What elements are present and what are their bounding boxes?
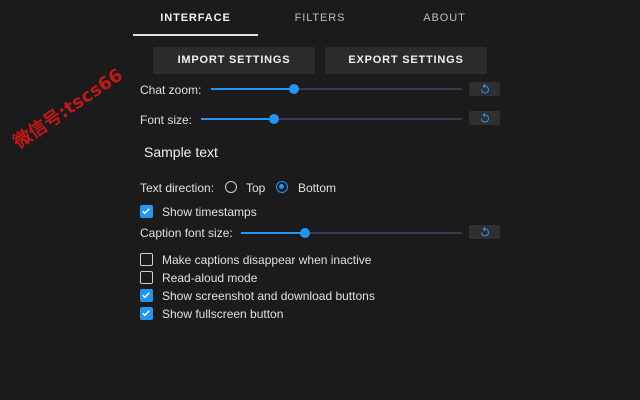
check-icon bbox=[142, 208, 150, 215]
font-size-slider[interactable] bbox=[201, 113, 462, 125]
export-settings-button[interactable]: EXPORT SETTINGS bbox=[325, 47, 487, 74]
tab-interface[interactable]: INTERFACE bbox=[133, 0, 258, 34]
font-size-reset-button[interactable] bbox=[469, 111, 500, 125]
reset-icon bbox=[480, 112, 489, 123]
font-size-label: Font size: bbox=[140, 113, 193, 127]
tab-bar: INTERFACE FILTERS ABOUT bbox=[133, 0, 507, 36]
text-direction-bottom-label[interactable]: Bottom bbox=[298, 181, 336, 195]
slider-fill bbox=[201, 118, 275, 120]
text-direction-top-radio[interactable] bbox=[225, 181, 237, 193]
watermark-text: 微信号:tscs66 bbox=[9, 64, 127, 154]
slider-fill bbox=[241, 232, 306, 234]
slider-thumb[interactable] bbox=[288, 84, 299, 94]
caption-font-size-label: Caption font size: bbox=[140, 226, 233, 240]
text-direction-bottom-radio[interactable] bbox=[276, 181, 288, 193]
show-fullscreen-label[interactable]: Show fullscreen button bbox=[162, 307, 283, 321]
read-aloud-label[interactable]: Read-aloud mode bbox=[162, 271, 257, 285]
tab-about[interactable]: ABOUT bbox=[382, 0, 507, 34]
reset-icon bbox=[480, 226, 489, 237]
reset-icon bbox=[480, 83, 489, 94]
sample-text: Sample text bbox=[144, 144, 218, 160]
show-screenshot-buttons-checkbox[interactable] bbox=[140, 289, 153, 302]
caption-font-size-slider[interactable] bbox=[241, 227, 462, 239]
chat-zoom-label: Chat zoom: bbox=[140, 83, 202, 97]
caption-font-size-reset-button[interactable] bbox=[469, 225, 500, 239]
check-icon bbox=[142, 292, 150, 299]
show-fullscreen-checkbox[interactable] bbox=[140, 307, 153, 320]
text-direction-label: Text direction: bbox=[140, 181, 215, 195]
read-aloud-checkbox[interactable] bbox=[140, 271, 153, 284]
slider-thumb[interactable] bbox=[269, 114, 280, 124]
check-icon bbox=[142, 310, 150, 317]
tab-indicator bbox=[133, 34, 258, 36]
slider-thumb[interactable] bbox=[300, 228, 311, 238]
slider-fill bbox=[211, 88, 294, 90]
text-direction-top-label[interactable]: Top bbox=[246, 181, 265, 195]
chat-zoom-reset-button[interactable] bbox=[469, 82, 500, 96]
show-timestamps-checkbox[interactable] bbox=[140, 205, 153, 218]
make-captions-disappear-checkbox[interactable] bbox=[140, 253, 153, 266]
show-timestamps-label[interactable]: Show timestamps bbox=[162, 205, 257, 219]
show-screenshot-buttons-label[interactable]: Show screenshot and download buttons bbox=[162, 289, 375, 303]
tab-filters[interactable]: FILTERS bbox=[258, 0, 382, 34]
chat-zoom-slider[interactable] bbox=[211, 83, 462, 95]
make-captions-disappear-label[interactable]: Make captions disappear when inactive bbox=[162, 253, 371, 267]
import-settings-button[interactable]: IMPORT SETTINGS bbox=[153, 47, 315, 74]
